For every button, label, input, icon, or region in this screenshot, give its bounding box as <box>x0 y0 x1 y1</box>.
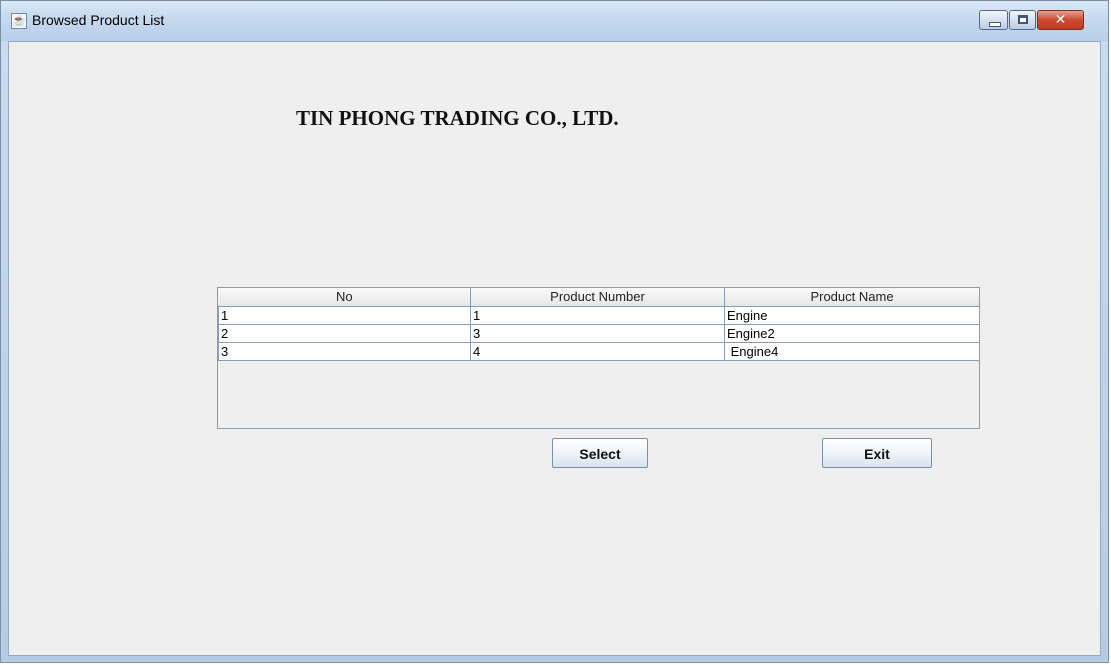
table-row[interactable]: 3 4 Engine4 <box>218 342 980 361</box>
maximize-button[interactable] <box>1009 10 1036 30</box>
window-title: Browsed Product List <box>32 12 165 28</box>
title-bar[interactable]: ☕ Browsed Product List ✕ <box>1 1 1108 41</box>
app-window: ☕ Browsed Product List ✕ TIN PHONG TRADI… <box>0 0 1109 663</box>
content-panel: TIN PHONG TRADING CO., LTD. No Product N… <box>8 41 1101 656</box>
close-button[interactable]: ✕ <box>1037 10 1084 30</box>
table-cell-no[interactable]: 3 <box>218 342 471 361</box>
exit-button[interactable]: Exit <box>822 438 932 468</box>
table-cell-product-name[interactable]: Engine <box>724 306 980 325</box>
table-row[interactable]: 1 1 Engine <box>218 306 980 325</box>
table-cell-no[interactable]: 1 <box>218 306 471 325</box>
table-cell-product-name[interactable]: Engine4 <box>724 342 980 361</box>
table-cell-product-name[interactable]: Engine2 <box>724 324 980 343</box>
column-header-no[interactable]: No <box>218 288 471 307</box>
close-icon: ✕ <box>1054 12 1067 28</box>
select-button[interactable]: Select <box>552 438 648 468</box>
column-header-product-number[interactable]: Product Number <box>470 288 725 307</box>
table-header-row: No Product Number Product Name <box>218 288 980 307</box>
java-cup-icon: ☕ <box>11 13 27 29</box>
table-cell-product-number[interactable]: 1 <box>470 306 725 325</box>
company-title: TIN PHONG TRADING CO., LTD. <box>296 106 619 130</box>
column-header-product-name[interactable]: Product Name <box>724 288 980 307</box>
table-cell-no[interactable]: 2 <box>218 324 471 343</box>
product-table[interactable]: No Product Number Product Name 1 1 Engin… <box>217 287 980 429</box>
minimize-button[interactable] <box>979 10 1008 30</box>
table-cell-product-number[interactable]: 3 <box>470 324 725 343</box>
table-cell-product-number[interactable]: 4 <box>470 342 725 361</box>
minimize-icon <box>989 22 1001 27</box>
table-row[interactable]: 2 3 Engine2 <box>218 324 980 343</box>
maximize-icon <box>1018 15 1028 24</box>
